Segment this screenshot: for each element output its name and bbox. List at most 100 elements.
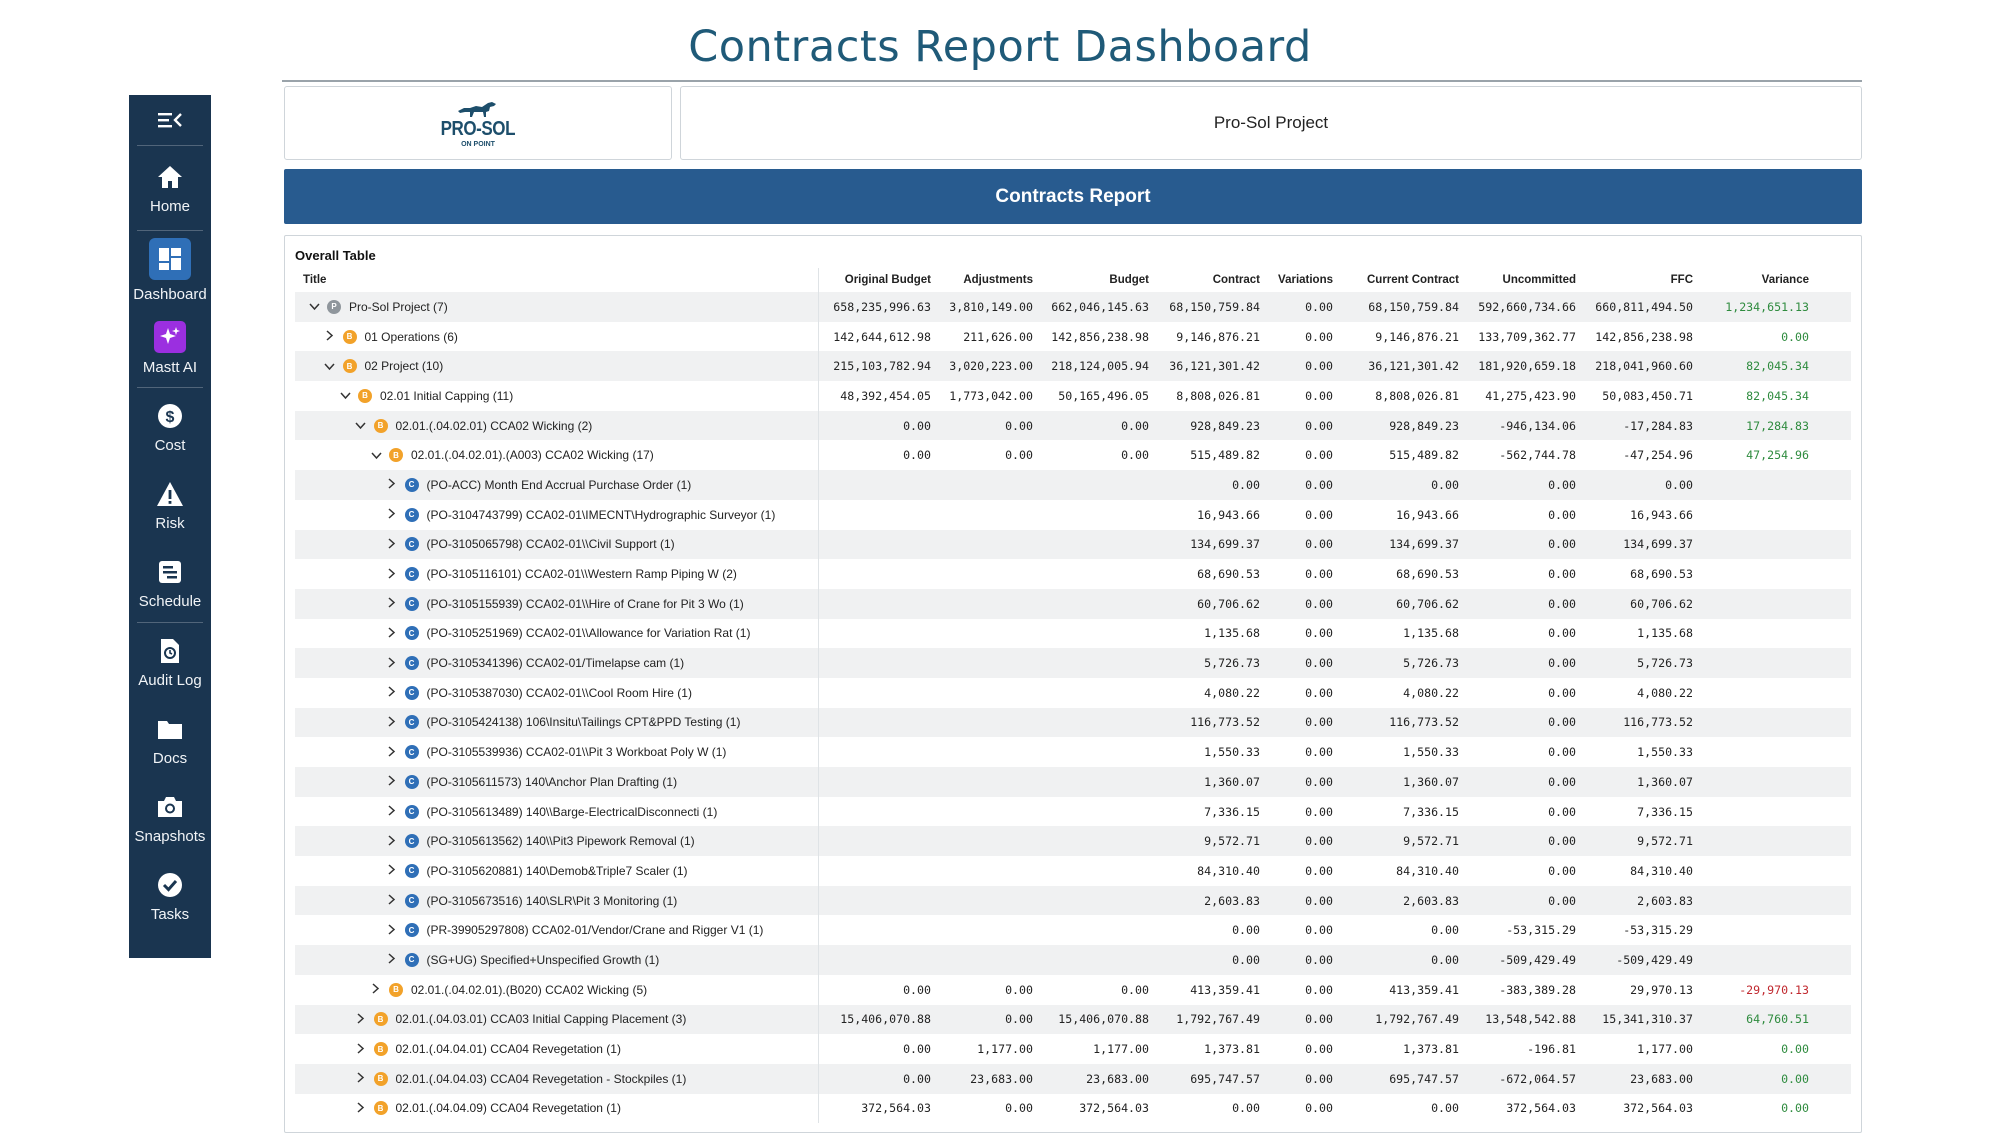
- cell-adjustments: 0.00: [1005, 1101, 1033, 1116]
- table-row[interactable]: B 02.01.(.04.04.09) CCA04 Revegetation (1…: [295, 1093, 1851, 1124]
- sidebar-item-audit-log[interactable]: Audit Log: [129, 623, 211, 701]
- table-row[interactable]: B 02.01 Initial Capping (11) 48,392,454.05…: [295, 381, 1851, 411]
- cell-original-budget: 372,564.03: [861, 1101, 931, 1116]
- sidebar-item-risk[interactable]: Risk: [129, 466, 211, 544]
- row-title: 02.01.(.04.04.09) CCA04 Revegetation (1): [395, 1101, 621, 1116]
- chevron-right-icon[interactable]: [385, 656, 399, 671]
- table-row[interactable]: C (PO-3105673516) 140\SLR\Pit 3 Monitorin…: [295, 885, 1851, 916]
- cell-current-contract: 134,699.37: [1389, 537, 1459, 552]
- sidebar-item-home[interactable]: Home: [129, 146, 211, 230]
- column-header-original-budget[interactable]: Original Budget: [819, 274, 931, 286]
- chevron-down-icon[interactable]: [323, 359, 337, 374]
- row-type-badge: B: [389, 448, 403, 463]
- chevron-right-icon[interactable]: [385, 685, 399, 700]
- chevron-right-icon[interactable]: [354, 1012, 368, 1027]
- table-row[interactable]: C (PO-3104743799) CCA02-01\IMECNT\Hydrogr…: [295, 499, 1851, 530]
- dashboard-icon: [149, 237, 191, 280]
- table-row[interactable]: C (PO-3105611573) 140\Anchor Plan Draftin…: [295, 767, 1851, 797]
- chevron-right-icon[interactable]: [354, 1042, 368, 1057]
- row-type-badge: C: [404, 745, 419, 760]
- chevron-right-icon[interactable]: [354, 1071, 368, 1086]
- table-row[interactable]: C (PO-3105116101) CCA02-01\\Western Ramp …: [295, 559, 1851, 589]
- table-row[interactable]: B 02.01.(.04.02.01) CCA02 Wicking (2) 0.00…: [295, 410, 1851, 441]
- table-row[interactable]: P Pro-Sol Project (7) 658,235,996.63 3,810,…: [295, 292, 1851, 322]
- table-row[interactable]: C (PR-39905297808) CCA02-01/Vendor/Crane …: [295, 915, 1851, 946]
- table-row[interactable]: C (PO-ACC) Month End Accrual Purchase Ord…: [295, 470, 1851, 500]
- table-row[interactable]: C (PO-3105620881) 140\Demob&Triple7 Scale…: [295, 856, 1851, 886]
- column-header-title[interactable]: Title: [295, 268, 819, 292]
- column-header-current-contract[interactable]: Current Contract: [1333, 274, 1459, 286]
- cell-contract: 0.00: [1232, 477, 1260, 492]
- sidebar-item-tasks[interactable]: Tasks: [129, 857, 211, 935]
- chevron-right-icon[interactable]: [385, 834, 399, 849]
- chevron-down-icon[interactable]: [307, 299, 321, 314]
- row-title-cell: C (PO-3105251969) CCA02-01\\Allowance for…: [295, 618, 819, 649]
- row-title: (PO-3104743799) CCA02-01\IMECNT\Hydrogra…: [426, 507, 776, 522]
- table-row[interactable]: C (PO-3105424138) 106\Insitu\Tailings CPT…: [295, 707, 1851, 738]
- chevron-right-icon[interactable]: [323, 329, 337, 344]
- sidebar-item-snapshots[interactable]: Snapshots: [129, 779, 211, 857]
- sidebar-item-cost[interactable]: $ Cost: [129, 388, 211, 466]
- table-row[interactable]: C (PO-3105251969) CCA02-01\\Allowance for…: [295, 618, 1851, 649]
- table-row[interactable]: B 02.01.(.04.03.01) CCA03 Initial Capping…: [295, 1004, 1851, 1035]
- cell-contract: 1,135.68: [1204, 626, 1260, 641]
- chevron-right-icon[interactable]: [385, 923, 399, 938]
- chevron-down-icon[interactable]: [369, 448, 383, 463]
- chevron-right-icon[interactable]: [385, 567, 399, 582]
- sidebar-item-dashboard[interactable]: Dashboard: [129, 231, 211, 309]
- chevron-down-icon[interactable]: [354, 418, 368, 433]
- table-row[interactable]: B 01 Operations (6) 142,644,612.98 211,626.…: [295, 321, 1851, 352]
- chevron-right-icon[interactable]: [385, 745, 399, 760]
- chevron-right-icon[interactable]: [369, 982, 383, 997]
- table-row[interactable]: C (SG+UG) Specified+Unspecified Growth (1…: [295, 945, 1851, 975]
- row-title-cell: C (PO-3105065798) CCA02-01\\Civil Support…: [295, 529, 819, 560]
- chevron-down-icon[interactable]: [338, 388, 352, 403]
- chevron-right-icon[interactable]: [385, 626, 399, 641]
- table-row[interactable]: C (PO-3105065798) CCA02-01\\Civil Support…: [295, 529, 1851, 560]
- cell-variations: 0.00: [1305, 893, 1333, 908]
- cell-variations: 0.00: [1305, 537, 1333, 552]
- table-row[interactable]: C (PO-3105387030) CCA02-01\\Cool Room Hir…: [295, 677, 1851, 708]
- table-row[interactable]: B 02.01.(.04.02.01).(B020) CCA02 Wicking …: [295, 974, 1851, 1005]
- sidebar-item-mastt-ai[interactable]: Mastt AI: [129, 309, 211, 387]
- chevron-right-icon[interactable]: [354, 1101, 368, 1116]
- cell-uncommitted: -196.81: [1527, 1042, 1576, 1057]
- chevron-right-icon[interactable]: [385, 596, 399, 611]
- chevron-right-icon[interactable]: [385, 537, 399, 552]
- cell-variations: 0.00: [1305, 626, 1333, 641]
- cell-ffc: 29,970.13: [1630, 982, 1693, 997]
- chevron-right-icon[interactable]: [385, 804, 399, 819]
- menu-collapse-button[interactable]: [137, 95, 203, 146]
- sidebar-item-schedule[interactable]: Schedule: [129, 544, 211, 622]
- chevron-right-icon[interactable]: [385, 715, 399, 730]
- column-header-ffc[interactable]: FFC: [1576, 274, 1693, 286]
- chevron-right-icon[interactable]: [385, 863, 399, 878]
- table-row[interactable]: C (PO-3105539936) CCA02-01\\Pit 3 Workboa…: [295, 737, 1851, 767]
- column-header-contract[interactable]: Contract: [1149, 274, 1260, 286]
- chevron-right-icon[interactable]: [385, 774, 399, 789]
- chevron-right-icon[interactable]: [385, 477, 399, 492]
- table-row[interactable]: C (PO-3105613562) 140\\Pit3 Pipework Remo…: [295, 826, 1851, 857]
- table-row[interactable]: C (PO-3105613489) 140\\Barge-ElectricalDi…: [295, 796, 1851, 827]
- cell-adjustments: 1,177.00: [977, 1042, 1033, 1057]
- column-header-variance[interactable]: Variance: [1693, 274, 1809, 286]
- column-header-budget[interactable]: Budget: [1033, 274, 1149, 286]
- table-row[interactable]: C (PO-3105341396) CCA02-01/Timelapse cam …: [295, 648, 1851, 678]
- table-row[interactable]: B 02 Project (10) 215,103,782.94 3,020,223.…: [295, 351, 1851, 382]
- table-row[interactable]: C (PO-3105155939) CCA02-01\\Hire of Crane…: [295, 588, 1851, 619]
- sidebar-item-docs[interactable]: Docs: [129, 701, 211, 779]
- chevron-right-icon[interactable]: [385, 952, 399, 967]
- cell-current-contract: 68,690.53: [1396, 567, 1459, 582]
- chevron-right-icon[interactable]: [385, 893, 399, 908]
- chevron-right-icon[interactable]: [385, 507, 399, 522]
- cell-variations: 0.00: [1305, 596, 1333, 611]
- column-header-uncommitted[interactable]: Uncommitted: [1459, 274, 1576, 286]
- row-type-badge: C: [404, 834, 419, 849]
- column-header-variations[interactable]: Variations: [1260, 274, 1333, 286]
- row-title-cell: B 02.01 Initial Capping (11): [295, 381, 819, 411]
- table-row[interactable]: B 02.01.(.04.04.01) CCA04 Revegetation (1…: [295, 1034, 1851, 1064]
- table-row[interactable]: B 02.01.(.04.04.03) CCA04 Revegetation - …: [295, 1063, 1851, 1094]
- cell-variations: 0.00: [1305, 448, 1333, 463]
- table-row[interactable]: B 02.01.(.04.02.01).(A003) CCA02 Wicking …: [295, 440, 1851, 471]
- column-header-adjustments[interactable]: Adjustments: [931, 274, 1033, 286]
